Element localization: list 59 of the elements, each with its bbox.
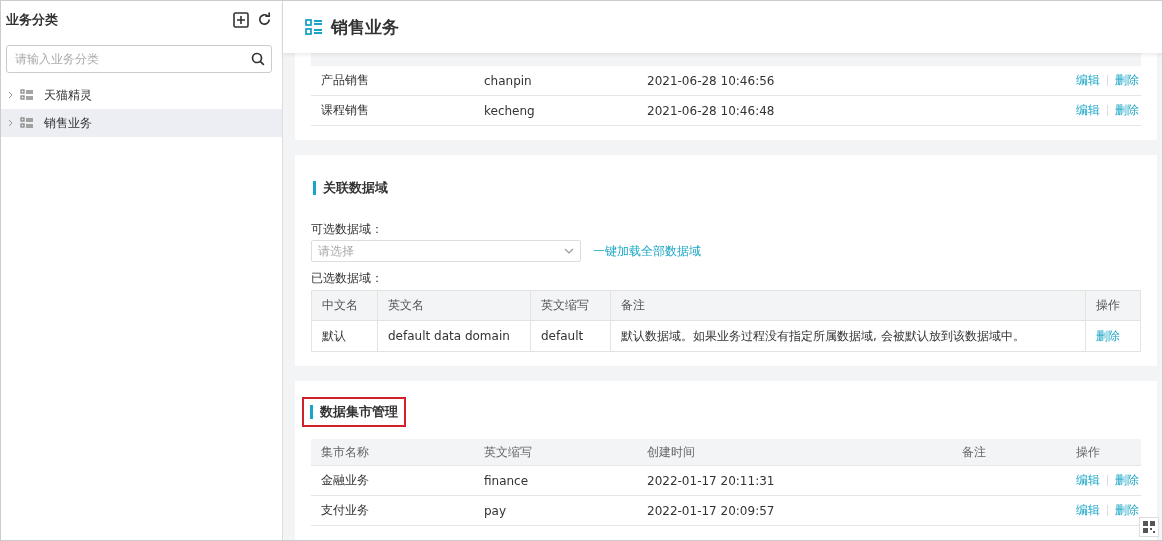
sidebar-title: 业务分类	[6, 11, 58, 29]
action-link[interactable]: 删除	[1115, 102, 1139, 119]
action-link[interactable]: 删除	[1115, 472, 1139, 489]
action-link[interactable]: 删除	[1115, 72, 1139, 89]
column-header: 中文名	[312, 291, 378, 320]
column-header: 英文缩写	[484, 443, 533, 461]
column-header: 操作	[1076, 443, 1101, 461]
list-icon	[20, 89, 34, 101]
column-header: 备注	[962, 443, 987, 461]
column-header: 操作	[1095, 297, 1121, 314]
table-cell-text: 金融业务	[321, 472, 370, 489]
list-icon	[305, 18, 323, 36]
table-cell: default data domain	[378, 321, 531, 351]
table-cell: default	[531, 321, 611, 351]
column-header: 英文缩写	[531, 291, 611, 320]
grid-button[interactable]	[1139, 517, 1159, 537]
chevron-right-icon	[8, 119, 14, 127]
section-header: 数据集市管理	[302, 397, 406, 427]
table-cell: 默认数据域。如果业务过程没有指定所属数据域, 会被默认放到该数据域中。	[611, 321, 1086, 351]
refresh-icon[interactable]	[257, 12, 272, 27]
load-all-link[interactable]: 一键加载全部数据域	[593, 242, 701, 260]
table-cell-text: kecheng	[484, 103, 536, 118]
action-link[interactable]: 删除	[1096, 327, 1120, 345]
action-link[interactable]: 删除	[1115, 502, 1139, 519]
column-header: 集市名称	[321, 443, 370, 461]
field-label: 可选数据域：	[311, 221, 384, 238]
search-field[interactable]: 请输入业务分类	[6, 45, 272, 73]
table-cell-text: 课程销售	[321, 102, 370, 119]
table-cell-text: 产品销售	[321, 72, 370, 89]
list-icon	[20, 117, 34, 129]
table-cell-text: 2022-01-17 20:11:31	[647, 473, 776, 488]
action-link[interactable]: 编辑	[1076, 102, 1100, 119]
table-cell-text: 2021-06-28 10:46:48	[647, 103, 776, 118]
action-link[interactable]: 编辑	[1076, 72, 1100, 89]
table-cell-text: 支付业务	[321, 502, 370, 519]
page-title: 销售业务	[331, 15, 399, 39]
tree-item-label: 天猫精灵	[44, 86, 92, 104]
tree-item-label: 销售业务	[44, 114, 92, 132]
table-cell: 默认	[312, 321, 378, 351]
add-icon[interactable]	[233, 12, 249, 28]
column-header: 英文名	[378, 291, 531, 320]
table-cell-text: chanpin	[484, 73, 533, 88]
chevron-right-icon	[8, 91, 14, 99]
field-label: 已选数据域：	[311, 270, 384, 287]
table-cell-text: pay	[484, 503, 508, 518]
chevron-down-icon	[564, 248, 574, 254]
action-link[interactable]: 编辑	[1076, 472, 1100, 489]
column-header: 创建时间	[647, 443, 696, 461]
section-title: 关联数据域	[323, 179, 388, 197]
domain-select[interactable]: 请选择	[311, 240, 581, 262]
column-header: 备注	[611, 291, 1086, 320]
table-cell-text: finance	[484, 473, 530, 488]
grid-icon	[1143, 521, 1155, 533]
tree-item[interactable]: 销售业务	[1, 109, 282, 137]
action-link[interactable]: 编辑	[1076, 502, 1100, 519]
table-cell-text: 2021-06-28 10:46:56	[647, 73, 776, 88]
table-cell-text: 2022-01-17 20:09:57	[647, 503, 776, 518]
tree-item[interactable]: 天猫精灵	[1, 81, 282, 109]
search-icon[interactable]	[251, 52, 265, 66]
